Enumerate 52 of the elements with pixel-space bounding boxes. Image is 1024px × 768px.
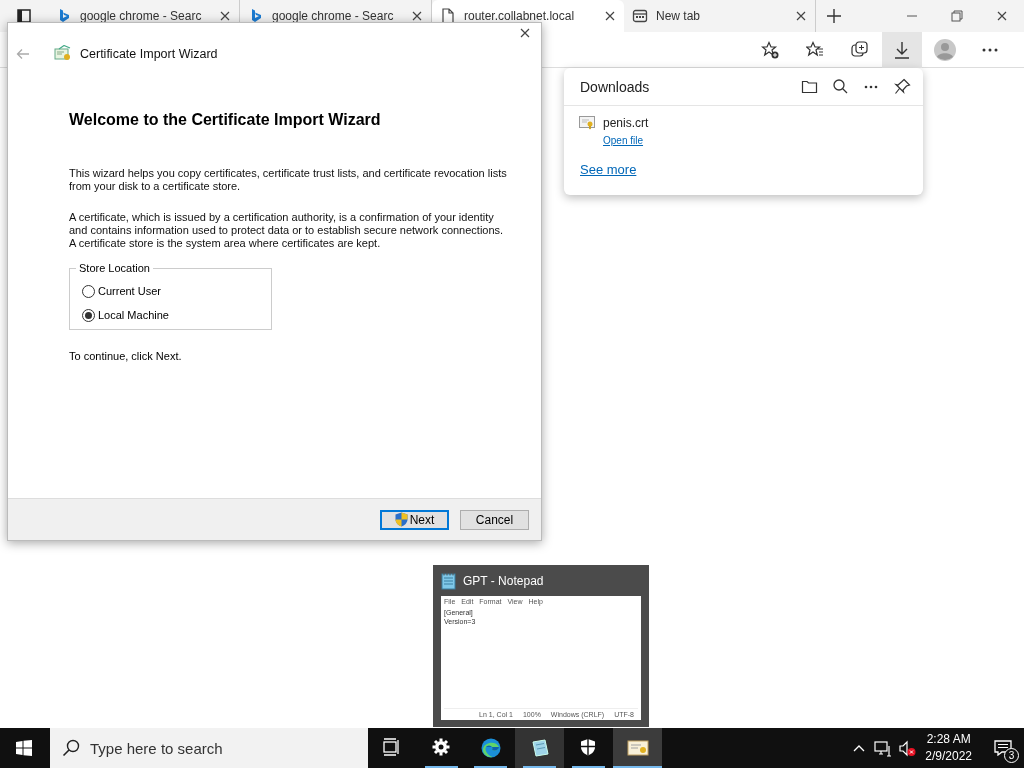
close-icon[interactable] <box>219 10 231 22</box>
radio-option[interactable]: Current User <box>82 279 271 303</box>
profile-avatar-icon[interactable] <box>933 38 956 61</box>
pin-icon[interactable] <box>894 78 911 95</box>
close-icon[interactable] <box>411 10 423 22</box>
close-icon[interactable] <box>795 10 807 22</box>
hint-text: To continue, click Next. <box>69 350 182 362</box>
notification-count: 3 <box>1004 748 1019 763</box>
tab-actions-icon[interactable] <box>17 9 31 23</box>
download-icon[interactable] <box>893 40 911 59</box>
shield-icon <box>394 512 408 527</box>
cancel-button[interactable]: Cancel <box>460 509 529 530</box>
windows-start-icon[interactable] <box>16 740 32 756</box>
clock[interactable]: 2:28 AM 2/9/2022 <box>919 731 982 765</box>
favorites-icon[interactable] <box>805 40 824 59</box>
open-file-link[interactable]: Open file <box>603 135 644 146</box>
panel-title: Downloads <box>580 78 651 95</box>
volume-muted-icon[interactable] <box>898 739 916 757</box>
browser-tab[interactable]: New tab <box>624 0 816 32</box>
description-text: A certificate, which is issued by a certification authority, is a confirmation of your identity and contains information used to protect data or to establish secure network connections. A certificate store is the system area where certificates are kept. <box>69 211 505 250</box>
preview-title: GPT - Notepad <box>463 574 544 588</box>
taskbar-button[interactable] <box>613 728 662 768</box>
restore-icon[interactable] <box>950 10 963 22</box>
new-tab-plus-icon[interactable] <box>826 8 842 24</box>
notepad-icon <box>529 738 550 758</box>
page-icon <box>440 8 456 24</box>
certificate-icon <box>54 45 72 63</box>
new-tab-icon <box>632 8 648 24</box>
close-icon[interactable] <box>604 10 616 22</box>
file-name: penis.crt <box>603 116 649 130</box>
search-field[interactable]: Type here to search <box>50 728 368 768</box>
settings-icon <box>431 738 452 758</box>
search-icon[interactable] <box>832 78 849 95</box>
certificate-icon <box>626 738 649 758</box>
next-button[interactable]: Next <box>380 509 449 530</box>
certificate-file-icon <box>579 116 595 130</box>
edge-browser-icon <box>480 738 501 758</box>
folder-icon[interactable] <box>801 78 818 95</box>
close-icon[interactable] <box>995 10 1008 22</box>
notepad-icon <box>441 572 457 590</box>
radio-option[interactable]: Local Machine <box>82 303 271 327</box>
see-more-link[interactable]: See more <box>580 162 637 177</box>
collections-icon[interactable] <box>850 40 869 59</box>
network-icon[interactable] <box>874 739 893 757</box>
group-label: Store Location <box>76 262 153 274</box>
description-text: This wizard helps you copy certificates, certificate trust lists, and certificate revocation lists from your disk to a certificate store. <box>69 167 508 193</box>
search-icon <box>62 739 80 757</box>
taskbar-button[interactable] <box>515 728 564 768</box>
add-favorite-icon[interactable] <box>760 40 779 59</box>
close-icon[interactable] <box>519 27 531 39</box>
wizard-heading: Welcome to the Certificate Import Wizard <box>69 111 381 129</box>
dialog-title: Certificate Import Wizard <box>80 47 218 61</box>
